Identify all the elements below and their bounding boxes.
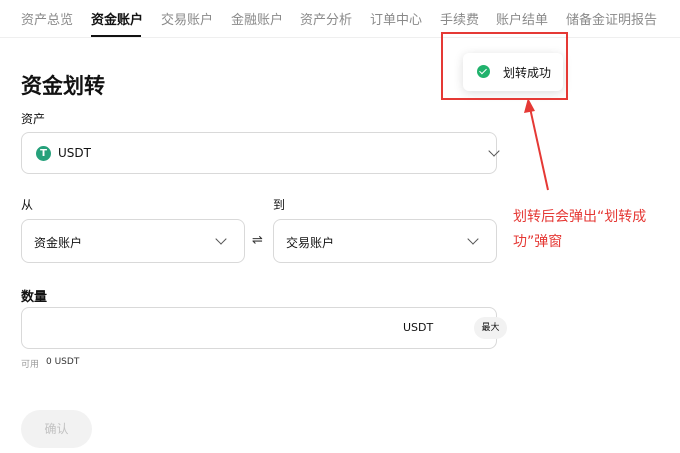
annotation-note: 划转后会弹出“划转成功”弹窗 [513,209,647,250]
